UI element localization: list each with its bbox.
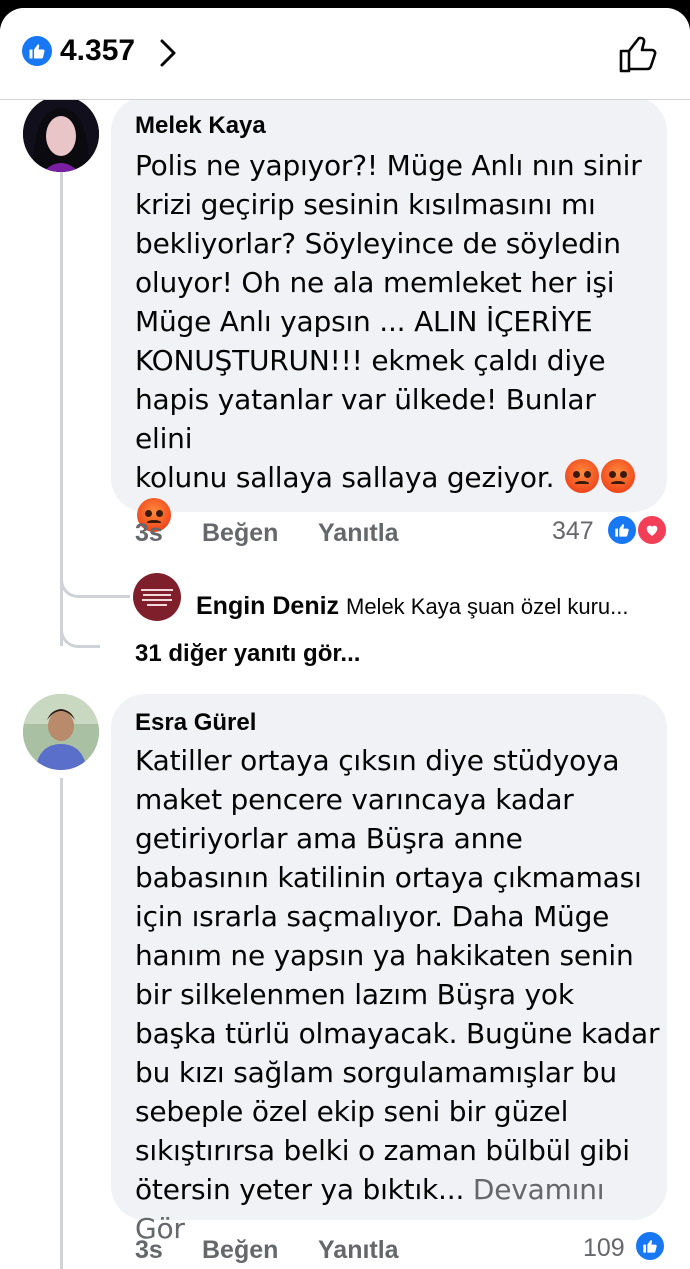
like-button[interactable]: Beğen xyxy=(202,519,278,548)
angry-emoji-icon xyxy=(600,459,635,493)
love-reaction-icon xyxy=(636,514,668,546)
like-reaction-icon xyxy=(634,1230,666,1262)
thread-line xyxy=(60,778,63,1269)
comment-text: Polis ne yapıyor?! Müge Anlı nın sinir k… xyxy=(135,146,655,536)
reaction-count[interactable]: 109 xyxy=(583,1234,625,1263)
reply-button[interactable]: Yanıtla xyxy=(318,519,399,548)
reactions-header: 4.357 xyxy=(0,8,690,100)
thread-connector xyxy=(60,568,130,598)
angry-emoji-icon xyxy=(564,459,599,493)
reaction-count[interactable]: 347 xyxy=(552,517,594,546)
comment-time: 3s xyxy=(135,1236,163,1264)
like-reaction-icon[interactable] xyxy=(22,36,52,66)
like-reaction-icon xyxy=(606,514,638,546)
reply-preview[interactable]: Melek Kaya şuan özel kuru... xyxy=(346,594,628,620)
avatar[interactable] xyxy=(23,96,99,172)
thumbs-up-outline-icon[interactable] xyxy=(616,32,660,81)
reply-avatar[interactable] xyxy=(133,573,181,621)
avatar[interactable] xyxy=(23,694,99,770)
comment-time: 3s xyxy=(135,519,163,547)
total-reaction-count[interactable]: 4.357 xyxy=(60,34,135,68)
chevron-right-icon[interactable] xyxy=(158,38,178,73)
comment-author[interactable]: Esra Gürel xyxy=(135,709,256,737)
comments-sheet: 4.357 Melek Kaya Polis ne yapıyor?! Müge… xyxy=(0,8,690,1269)
comment-text: Katiller ortaya çıksın diye stüdyoya mak… xyxy=(135,744,660,1245)
reply-author[interactable]: Engin Deniz xyxy=(196,592,339,621)
view-more-replies-link[interactable]: 31 diğer yanıtı gör... xyxy=(135,640,360,668)
like-button[interactable]: Beğen xyxy=(202,1236,278,1265)
reply-button[interactable]: Yanıtla xyxy=(318,1236,399,1265)
comment-author[interactable]: Melek Kaya xyxy=(135,112,266,140)
thread-connector xyxy=(60,618,100,648)
